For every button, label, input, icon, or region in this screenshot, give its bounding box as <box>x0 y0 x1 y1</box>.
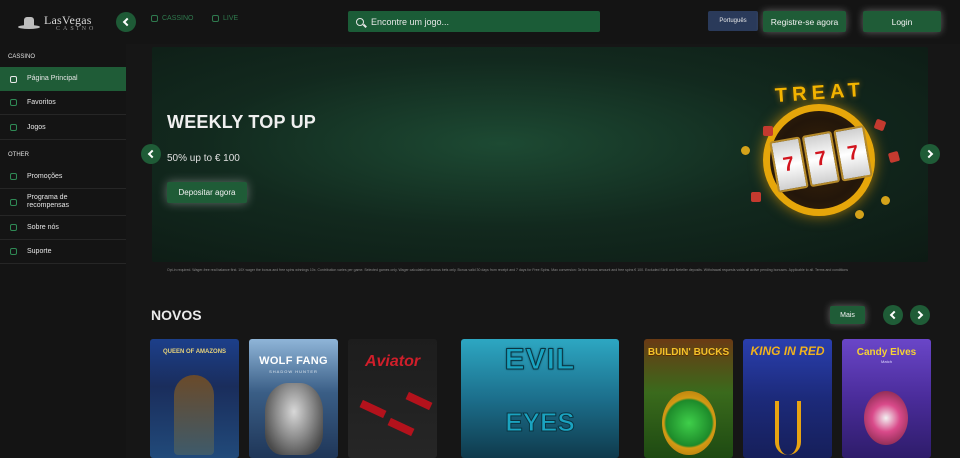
gift-icon <box>887 150 901 164</box>
game-card[interactable]: Candy Elves Match <box>842 339 931 458</box>
sidebar-section-title: OTHER <box>8 152 29 158</box>
game-title: BUILDIN' BUCKS <box>647 347 730 358</box>
game-artwork <box>662 391 716 455</box>
game-artwork <box>174 375 214 455</box>
sidebar-item-favorites[interactable]: Favoritos <box>0 91 126 115</box>
plane-icon <box>359 399 387 419</box>
game-card[interactable]: EVIL EYES <box>461 339 619 458</box>
game-subtitle: SHADOW HUNTER <box>269 369 318 374</box>
trophy-icon <box>10 198 17 206</box>
casino-app: LasVegas CASINO CASSINO LIVE Português R… <box>0 0 960 458</box>
banner-next-button[interactable] <box>920 144 940 164</box>
banner-prev-button[interactable] <box>141 144 161 164</box>
sidebar-item-label: Página Principal <box>27 75 78 82</box>
sidebar: CASSINO Página Principal Favoritos Jogos… <box>0 44 126 458</box>
logo-main-text: LasVegas <box>44 13 92 27</box>
grid-icon <box>10 75 17 83</box>
plane-icon <box>387 417 415 437</box>
game-title: WOLF FANG <box>259 355 328 367</box>
sidebar-item-label: Programa de recompensas <box>27 194 70 209</box>
sidebar-item-label: Sobre nós <box>27 223 59 231</box>
language-selector[interactable]: Português <box>708 11 758 31</box>
deposit-button[interactable]: Depositar agora <box>167 182 247 203</box>
nav-live-label: LIVE <box>223 15 239 22</box>
gift-icon <box>10 173 17 180</box>
sidebar-item-about[interactable]: Sobre nós <box>0 216 126 240</box>
chip-icon <box>741 146 750 155</box>
game-card[interactable]: QUEEN OF AMAZONS <box>150 339 239 458</box>
nav-casino-label: CASSINO <box>162 15 194 22</box>
sidebar-item-support[interactable]: Suporte <box>0 240 126 264</box>
chevron-right-icon <box>924 149 934 159</box>
chip-icon <box>881 196 890 205</box>
chevron-left-icon <box>147 149 157 159</box>
chip-icon <box>855 210 864 219</box>
search-icon <box>356 17 364 26</box>
chevron-left-icon <box>122 17 132 27</box>
sidebar-collapse-button[interactable] <box>116 12 136 32</box>
game-title: Aviator <box>364 353 421 370</box>
gift-icon <box>873 118 887 132</box>
search-input[interactable] <box>371 16 591 27</box>
game-card[interactable]: KING IN RED <box>743 339 832 458</box>
game-card[interactable]: Aviator <box>348 339 437 458</box>
info-icon <box>10 224 17 231</box>
trident-icon <box>775 401 801 455</box>
login-button[interactable]: Login <box>863 11 941 32</box>
slot-machine-illustration: TREAT 7 7 7 <box>735 79 910 230</box>
banner-subtitle: 50% up to € 100 <box>167 153 240 164</box>
hat-icon <box>18 15 40 31</box>
game-artwork <box>864 391 908 445</box>
banner-title: WEEKLY TOP UP <box>167 112 316 132</box>
game-title: Candy Elves <box>856 347 917 358</box>
game-subtitle: EYES <box>505 407 575 438</box>
sidebar-item-promotions[interactable]: Promoções <box>0 165 126 189</box>
game-title: EVIL <box>504 343 576 377</box>
gift-icon <box>763 126 773 136</box>
live-icon <box>212 15 219 22</box>
sidebar-item-label: Jogos <box>27 123 46 131</box>
game-artwork <box>265 383 323 455</box>
logo[interactable]: LasVegas CASINO <box>18 10 108 36</box>
game-title: QUEEN OF AMAZONS <box>162 349 227 355</box>
club-icon <box>151 15 158 22</box>
terms-disclaimer: Opt-in required. Wager-free real balance… <box>167 268 849 272</box>
chevron-right-icon <box>914 310 924 320</box>
carousel-prev-button[interactable] <box>883 305 903 325</box>
sidebar-item-label: Suporte <box>27 247 52 255</box>
plane-icon <box>405 391 433 411</box>
gift-icon <box>751 192 761 202</box>
game-title: KING IN RED <box>750 344 825 358</box>
search-bar[interactable] <box>348 11 600 32</box>
register-button[interactable]: Registre-se agora <box>763 11 846 32</box>
top-bar: LasVegas CASINO CASSINO LIVE Português R… <box>0 0 960 44</box>
heart-icon <box>10 99 17 106</box>
sidebar-item-label: Promoções <box>27 172 63 180</box>
more-button[interactable]: Mais <box>830 306 865 324</box>
section-title-novos: NOVOS <box>151 307 202 323</box>
game-card[interactable]: WOLF FANG SHADOW HUNTER <box>249 339 338 458</box>
headset-icon <box>10 248 17 255</box>
game-subtitle: Match <box>881 359 892 364</box>
sidebar-section-title: CASSINO <box>8 54 36 60</box>
dice-icon <box>10 124 17 131</box>
sidebar-item-label: Favoritos <box>27 98 56 106</box>
carousel-next-button[interactable] <box>910 305 930 325</box>
sidebar-item-home[interactable]: Página Principal <box>0 67 126 91</box>
sidebar-item-games[interactable]: Jogos <box>0 116 126 140</box>
logo-sub-text: CASINO <box>56 26 97 32</box>
game-card[interactable]: BUILDIN' BUCKS <box>644 339 733 458</box>
nav-live[interactable]: LIVE <box>212 15 238 22</box>
nav-casino[interactable]: CASSINO <box>151 15 194 22</box>
chevron-left-icon <box>889 310 899 320</box>
sidebar-item-rewards[interactable]: Programa de recompensas <box>0 189 126 216</box>
